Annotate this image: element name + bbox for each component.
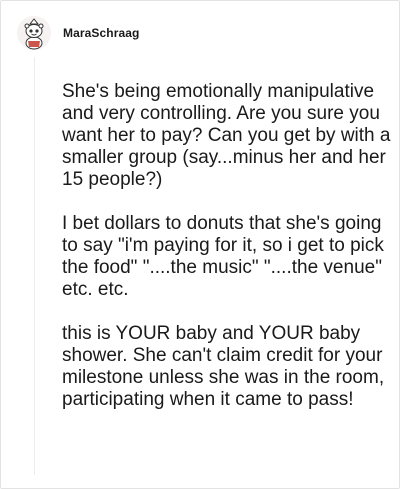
avatar-icon[interactable] — [17, 16, 51, 50]
comment-body: She's being emotionally manipulative and… — [62, 81, 392, 433]
comment-paragraph: She's being emotionally manipulative and… — [62, 81, 391, 190]
comment-card: MaraSchraag She's being emotionally mani… — [0, 0, 400, 489]
comment-paragraph: I bet dollars to donuts that she's going… — [62, 213, 384, 300]
thread-line[interactable] — [34, 57, 35, 475]
comment-username[interactable]: MaraSchraag — [63, 26, 139, 40]
comment-paragraph: this is YOUR baby and YOUR baby shower. … — [62, 323, 385, 410]
comment-header: MaraSchraag — [17, 15, 139, 51]
